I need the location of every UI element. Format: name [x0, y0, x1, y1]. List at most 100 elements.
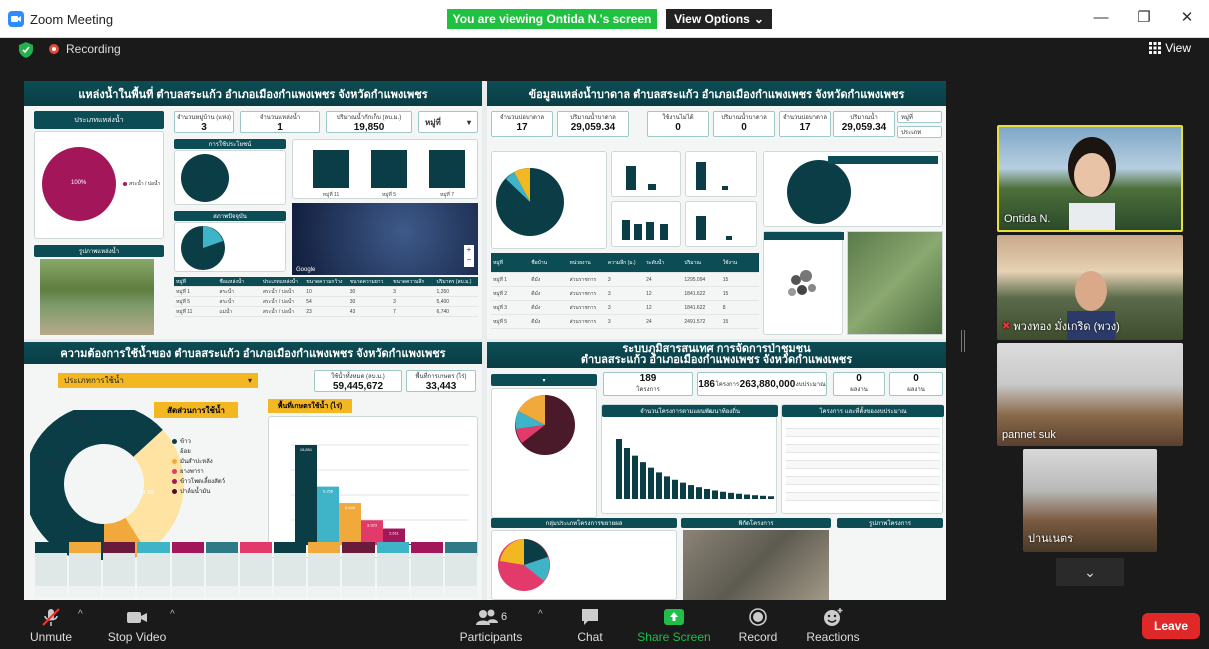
usage-type-select[interactable]: ประเภทการใช้น้ำ ▾: [58, 373, 258, 388]
table-cell: ส่วนราชการ: [569, 276, 597, 283]
heatmap-cell: [274, 586, 307, 597]
table-row: [786, 453, 940, 461]
project-count-bar: [736, 493, 742, 499]
kpi-value: 33,443: [425, 381, 457, 392]
scroll-down-button[interactable]: ⌄: [1056, 558, 1124, 586]
water-demand-panel: ความต้องการใช้น้ำของ ตำบลสระแก้ว อำเภอเม…: [24, 342, 482, 600]
table-cell: 5,400: [436, 298, 450, 305]
project-type-select[interactable]: ▾: [491, 374, 597, 386]
kpi-label: ใช้น้ำทั้งหมด (ลบ.ม.): [331, 374, 385, 380]
type-filter[interactable]: ประเภท: [897, 126, 942, 138]
view-label: View: [1165, 41, 1191, 55]
table-cell: 8: [722, 304, 726, 311]
video-tile[interactable]: ปานเนตร: [1023, 449, 1157, 552]
kpi-value: 29,059.34: [841, 122, 887, 133]
recording-label: Recording: [66, 42, 121, 56]
minimize-button[interactable]: —: [1091, 10, 1111, 26]
kpi-label: ผลงาน: [907, 387, 925, 393]
heatmap-cell: [410, 542, 443, 553]
view-button[interactable]: View: [1149, 41, 1191, 55]
stop-video-button[interactable]: Stop Video: [97, 607, 177, 644]
village-bar-label: หมู่ที่ 11: [323, 191, 340, 198]
kpi-results-1: 0 ผลงาน: [833, 372, 885, 396]
kpi-value: 0: [856, 373, 862, 384]
table-cell: 15: [722, 290, 729, 297]
view-options-button[interactable]: View Options ⌄: [666, 9, 772, 29]
close-button[interactable]: ✕: [1177, 10, 1197, 26]
kpi-projects: 189 โครงการ: [603, 372, 693, 396]
heatmap-cell: [239, 553, 273, 564]
project-count-bar: [640, 462, 646, 499]
village-bars-svg: หมู่ที่ 11 หมู่ที่ 5 หมู่ที่ 7: [313, 150, 465, 198]
heatmap-cell: [239, 564, 273, 575]
audio-options-caret[interactable]: ^: [78, 609, 83, 620]
heatmap-cell: [308, 542, 341, 553]
well-location-map[interactable]: [847, 231, 943, 335]
table-cell: สระน้ำ / บ่อน้ำ: [262, 308, 295, 315]
water-source-map[interactable]: Google + −: [292, 203, 478, 275]
share-screen-button[interactable]: Share Screen: [634, 607, 714, 644]
table-cell: 3: [607, 318, 611, 325]
heatmap-cell: [342, 575, 375, 586]
village-bar-label: หมู่ที่ 5: [382, 191, 396, 198]
table-cell: 12: [646, 304, 652, 311]
legend-dot: [172, 468, 177, 474]
project-count-bar: [720, 491, 726, 499]
restore-button[interactable]: ❐: [1134, 10, 1154, 26]
project-count-bar: [656, 472, 662, 499]
village-bar: [371, 150, 407, 188]
table-cell: ดีมั่ง: [531, 304, 541, 311]
village-filter[interactable]: หมู่ที่: [897, 111, 942, 123]
reactions-button[interactable]: Reactions: [793, 607, 873, 644]
heatmap-cell: [410, 586, 443, 597]
shared-screen[interactable]: แหล่งน้ำในพื้นที่ ตำบลสระแก้ว อำเภอเมือง…: [24, 81, 946, 600]
security-shield-icon[interactable]: [19, 42, 33, 61]
heatmap-cell: [410, 553, 443, 564]
video-options-caret[interactable]: ^: [170, 609, 175, 620]
usage-pie: [181, 154, 229, 202]
project-count-bar: [752, 495, 758, 499]
heatmap-cell: [171, 542, 204, 553]
legend-label: ยางพารา: [180, 469, 204, 475]
table-cell: ระดับน้ำ: [646, 259, 665, 266]
heatmap-cell: [69, 564, 102, 575]
table-cell: ขนาดความลึก: [393, 278, 425, 285]
water-ratio-legend: ข้าว อ้อย มันสำปะหลัง ยางพารา ข้าวโพดเลี้ยงส…: [172, 436, 225, 496]
leave-button[interactable]: Leave: [1142, 613, 1200, 639]
well-type-pie: [496, 168, 564, 236]
kpi-label: จำนวนหมู่บ้าน (แห่ง): [176, 115, 232, 121]
table-cell: 1841.622: [684, 304, 706, 311]
participants-icon-group: 6: [475, 607, 507, 627]
table-cell: ปริมาตร (ลบ.ม.): [436, 278, 472, 285]
panel-splitter[interactable]: [961, 330, 965, 352]
table-cell: 12: [646, 290, 652, 297]
chevron-down-icon: ⌄: [753, 12, 764, 26]
project-count-bar: [760, 495, 766, 499]
table-cell: ขนาดความยาว: [349, 278, 384, 285]
project-count-bar: [624, 448, 630, 499]
record-button[interactable]: Record: [718, 607, 798, 644]
heatmap-cell: [274, 575, 307, 586]
farm-area-bar: [295, 445, 317, 545]
video-tile[interactable]: pannet suk: [997, 343, 1183, 446]
village-select[interactable]: หมู่ที่ ▾: [418, 111, 478, 133]
kpi-label: จำนวนแหล่งน้ำ: [259, 115, 301, 121]
map-zoom-controls[interactable]: + −: [464, 245, 474, 267]
video-tile[interactable]: ✖ พวงทอง มั่งเกริด (พวง): [997, 235, 1183, 340]
legend-item: อ้อย: [172, 446, 225, 456]
village-bar-chart: หมู่ที่ 11 หมู่ที่ 5 หมู่ที่ 7: [292, 139, 478, 199]
project-map[interactable]: [683, 530, 829, 600]
chat-button[interactable]: Chat: [550, 607, 630, 644]
recording-indicator[interactable]: Recording: [48, 42, 121, 56]
video-tile-active[interactable]: Ontida N.: [997, 125, 1183, 232]
heatmap-cell: [103, 586, 136, 597]
participants-button[interactable]: 6 Participants: [451, 607, 531, 644]
reactions-label: Reactions: [806, 630, 860, 644]
participants-options-caret[interactable]: ^: [538, 609, 543, 620]
water-source-photo: [40, 259, 154, 335]
groundwater-panel: ข้อมูลแหล่งน้ำบาดาล ตำบลสระแก้ว อำเภอเมื…: [487, 81, 946, 339]
app-title-text: Zoom Meeting: [30, 11, 114, 27]
project-table-title: โครงการ และที่ตั้งของงบประมาณ: [782, 405, 944, 417]
table-cell: 1841.622: [684, 290, 706, 297]
water-type-tab[interactable]: ประเภทแหล่งน้ำ: [34, 111, 164, 129]
